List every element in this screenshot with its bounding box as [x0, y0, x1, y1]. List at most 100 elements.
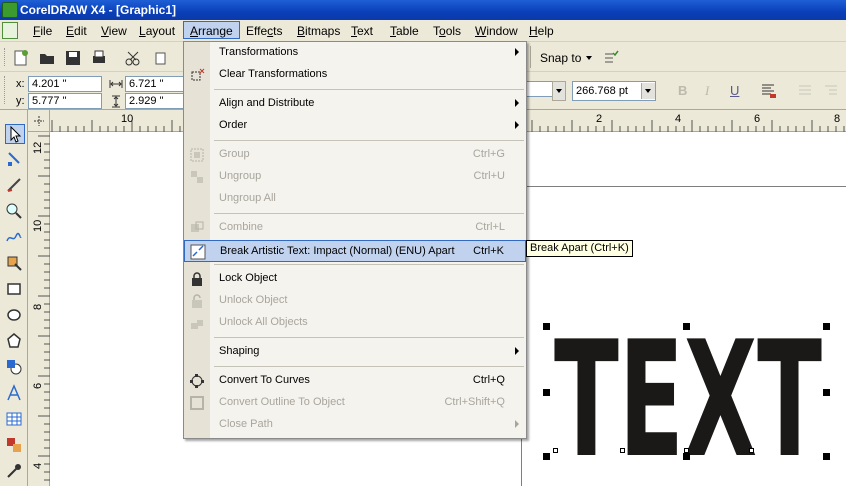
- selection-handle[interactable]: [683, 323, 690, 330]
- menu-item-clear-transformations[interactable]: Clear Transformations: [184, 64, 526, 86]
- selection-handle[interactable]: [823, 389, 830, 396]
- selection-handle[interactable]: [823, 453, 830, 460]
- menu-effects[interactable]: Effects: [240, 22, 288, 40]
- rectangle-tool[interactable]: [5, 280, 25, 300]
- basic-shapes-tool[interactable]: [5, 358, 25, 378]
- toolbar-grip[interactable]: [4, 48, 7, 66]
- document-icon[interactable]: [2, 22, 18, 39]
- menu-item-close-path[interactable]: Close Path: [184, 414, 526, 436]
- title-bar: CorelDRAW X4 - [Graphic1]: [0, 0, 846, 20]
- table-tool[interactable]: [5, 410, 25, 430]
- menu-item-align-distribute[interactable]: Align and Distribute: [184, 93, 526, 115]
- menu-bitmaps[interactable]: Bitmaps: [291, 22, 346, 40]
- eyedropper-tool[interactable]: [5, 462, 25, 482]
- menu-item-combine[interactable]: Combine Ctrl+L: [184, 217, 526, 239]
- font-list-dropdown-button[interactable]: [552, 81, 566, 101]
- open-icon[interactable]: [38, 49, 56, 67]
- snap-to-dropdown-icon[interactable]: [586, 56, 592, 60]
- cut-icon[interactable]: [124, 49, 142, 67]
- ruler-label: 10: [32, 219, 44, 232]
- interactive-blend-tool[interactable]: [5, 436, 25, 456]
- bold-icon[interactable]: B: [678, 83, 687, 98]
- menu-layout[interactable]: Layout: [133, 22, 181, 40]
- polygon-tool[interactable]: [5, 332, 25, 352]
- zoom-tool[interactable]: [5, 202, 25, 222]
- submenu-arrow-icon: [515, 48, 519, 56]
- menu-item-transformations[interactable]: Transformations: [184, 42, 526, 64]
- menu-text[interactable]: Text: [345, 22, 379, 40]
- print-icon[interactable]: [90, 49, 108, 67]
- menu-tools[interactable]: Tools: [427, 22, 467, 40]
- menu-item-unlock-object[interactable]: Unlock Object: [184, 290, 526, 312]
- x-position-field[interactable]: 4.201 ": [28, 76, 102, 92]
- ruler-label: 4: [32, 462, 44, 469]
- pick-arrow-icon: [10, 125, 22, 143]
- menu-arrange[interactable]: Arrange: [183, 21, 240, 39]
- text-node[interactable]: [749, 448, 754, 453]
- selection-handle[interactable]: [683, 453, 690, 460]
- text-node[interactable]: [620, 448, 625, 453]
- bullet-list-icon[interactable]: [796, 82, 814, 100]
- menu-item-shaping[interactable]: Shaping: [184, 341, 526, 363]
- table-icon: [6, 412, 22, 426]
- menu-item-order[interactable]: Order: [184, 115, 526, 137]
- menu-item-convert-outline[interactable]: Convert Outline To Object Ctrl+Shift+Q: [184, 392, 526, 414]
- menu-item-ungroup[interactable]: Ungroup Ctrl+U: [184, 166, 526, 188]
- selection-handle[interactable]: [543, 453, 550, 460]
- x-label: x:: [16, 78, 25, 90]
- snap-to-label[interactable]: Snap to: [540, 51, 581, 65]
- menu-item-group[interactable]: Group Ctrl+G: [184, 144, 526, 166]
- freehand-tool[interactable]: [5, 228, 25, 248]
- ruler-origin[interactable]: [28, 110, 50, 132]
- menu-item-ungroup-all[interactable]: Ungroup All: [184, 188, 526, 210]
- snap-options-icon[interactable]: [602, 49, 620, 67]
- drop-cap-icon[interactable]: [822, 82, 840, 100]
- vertical-ruler[interactable]: 12 10 8 6 4: [28, 132, 50, 486]
- menu-help[interactable]: Help: [523, 22, 560, 40]
- text-node[interactable]: [553, 448, 558, 453]
- new-document-icon[interactable]: [12, 49, 30, 67]
- ellipse-tool[interactable]: [5, 306, 25, 326]
- toolbar-separator: [530, 46, 531, 68]
- submenu-arrow-icon: [515, 99, 519, 107]
- selection-handle[interactable]: [823, 323, 830, 330]
- text-tool[interactable]: [5, 384, 25, 404]
- copy-icon[interactable]: [152, 49, 170, 67]
- eyedropper-icon: [7, 464, 21, 478]
- submenu-arrow-icon: [515, 347, 519, 355]
- smudge-tool[interactable]: [5, 176, 25, 196]
- shape-tool-icon: [8, 152, 20, 166]
- menu-item-unlock-all[interactable]: Unlock All Objects: [184, 312, 526, 334]
- shape-tool[interactable]: [5, 150, 25, 170]
- window-title: CorelDRAW X4 - [Graphic1]: [20, 3, 177, 17]
- selection-handle[interactable]: [543, 389, 550, 396]
- propertybar-grip[interactable]: [4, 76, 7, 104]
- combine-icon: [191, 221, 204, 232]
- selection-handle[interactable]: [543, 323, 550, 330]
- ellipse-icon: [7, 309, 21, 321]
- menu-view[interactable]: View: [95, 22, 133, 40]
- menu-item-convert-to-curves[interactable]: Convert To Curves Ctrl+Q: [184, 370, 526, 392]
- menu-separator: [214, 337, 524, 338]
- smart-fill-tool[interactable]: [5, 254, 25, 274]
- y-position-field[interactable]: 5.777 ": [28, 93, 102, 109]
- italic-icon[interactable]: I: [705, 83, 709, 99]
- menu-item-break-apart[interactable]: Break Artistic Text: Impact (Normal) (EN…: [184, 240, 526, 262]
- height-field[interactable]: 2.929 ": [125, 93, 183, 109]
- text-node[interactable]: [684, 448, 689, 453]
- width-field[interactable]: 6.721 ": [125, 76, 183, 92]
- ruler-origin-icon: [34, 116, 44, 126]
- text-align-icon[interactable]: [760, 82, 778, 100]
- menu-file[interactable]: File: [27, 22, 58, 40]
- pick-tool[interactable]: [5, 124, 25, 144]
- save-icon[interactable]: [64, 49, 82, 67]
- menu-window[interactable]: Window: [469, 22, 524, 40]
- menu-table[interactable]: Table: [384, 22, 425, 40]
- font-size-dropdown-button[interactable]: [641, 83, 655, 99]
- underline-icon[interactable]: U: [730, 83, 739, 98]
- menu-edit[interactable]: Edit: [60, 22, 93, 40]
- menu-item-lock-object[interactable]: Lock Object: [184, 268, 526, 290]
- convert-outline-icon: [190, 396, 204, 410]
- ruler-label: 2: [596, 113, 603, 125]
- ruler-label: 6: [32, 382, 44, 389]
